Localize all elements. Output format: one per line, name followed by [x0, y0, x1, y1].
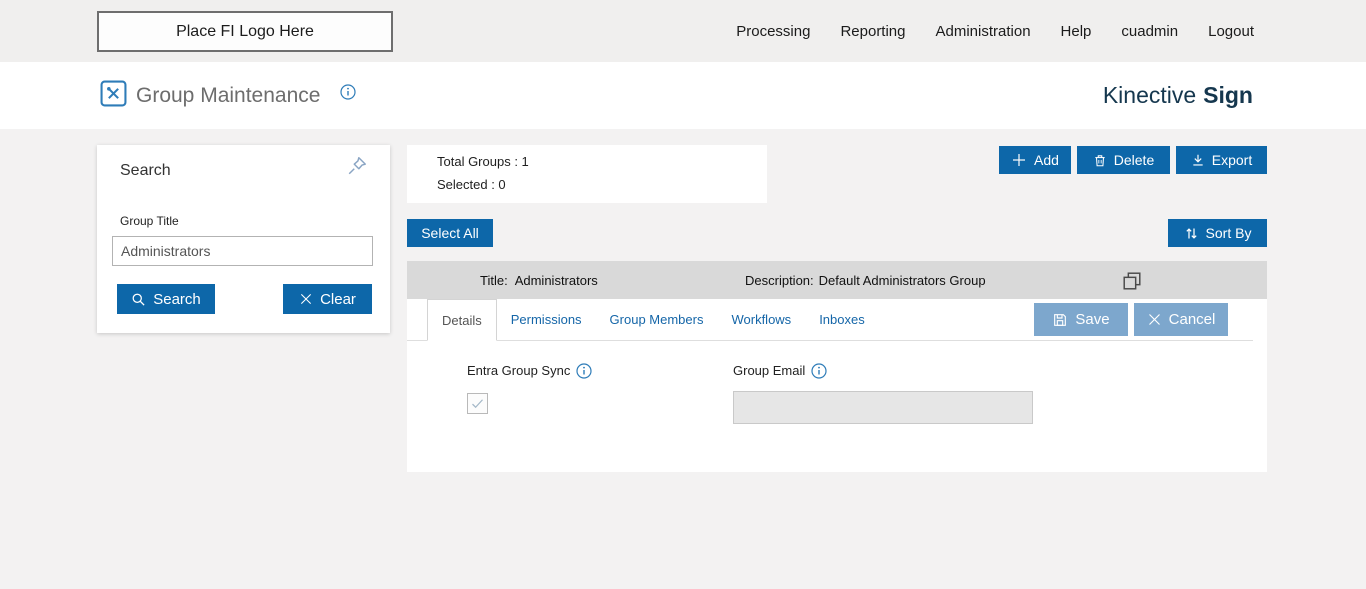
trash-icon: [1095, 154, 1105, 166]
top-nav: Processing Reporting Administration Help…: [736, 0, 1254, 62]
entra-group-sync-info-icon[interactable]: [576, 363, 592, 379]
group-title-field-value: Administrators: [514, 272, 598, 288]
export-button[interactable]: Export: [1176, 146, 1267, 174]
pin-icon[interactable]: [346, 155, 368, 177]
copy-icon[interactable]: [1121, 270, 1143, 292]
group-row-description: Description: Default Administrators Grou…: [745, 261, 986, 299]
save-button[interactable]: Save: [1034, 303, 1128, 336]
save-button-label: Save: [1075, 311, 1110, 328]
nav-item-cuadmin[interactable]: cuadmin: [1121, 23, 1178, 40]
group-row[interactable]: Title: Administrators Description: Defau…: [407, 261, 1267, 299]
group-description-field-value: Default Administrators Group: [818, 272, 986, 288]
entra-group-sync-label: Entra Group Sync: [467, 363, 592, 379]
group-row-title: Title: Administrators: [480, 261, 598, 299]
select-all-button-label: Select All: [421, 225, 479, 241]
fi-logo-text: Place FI Logo Here: [176, 22, 314, 40]
search-button[interactable]: Search: [117, 284, 215, 314]
tab-details[interactable]: Details: [427, 299, 497, 341]
fi-logo-placeholder: Place FI Logo Here: [97, 11, 393, 52]
search-panel-title: Search: [120, 162, 171, 179]
tab-workflows[interactable]: Workflows: [717, 299, 805, 340]
search-button-label: Search: [153, 290, 201, 308]
nav-item-logout[interactable]: Logout: [1208, 23, 1254, 40]
tab-group-members[interactable]: Group Members: [596, 299, 718, 340]
cancel-button-label: Cancel: [1168, 311, 1216, 328]
group-email-info-icon[interactable]: [811, 363, 827, 379]
add-button-label: Add: [1034, 152, 1059, 168]
close-icon: [301, 293, 312, 305]
nav-item-help[interactable]: Help: [1061, 23, 1092, 40]
add-button[interactable]: Add: [999, 146, 1071, 174]
sort-by-button-label: Sort By: [1205, 225, 1252, 241]
group-email-label: Group Email: [733, 363, 827, 379]
maintenance-tools-icon: [100, 80, 127, 107]
brand-first: Kinective: [1102, 82, 1197, 108]
total-groups-count: Total Groups : 1: [437, 154, 529, 169]
sort-arrows-icon: [1185, 227, 1197, 239]
group-description-field-label: Description:: [745, 272, 814, 288]
search-icon: [132, 293, 145, 306]
delete-button-label: Delete: [1113, 152, 1155, 168]
close-icon: [1148, 314, 1160, 325]
page-header: Group Maintenance Kinective Sign: [0, 62, 1366, 129]
tab-inboxes[interactable]: Inboxes: [805, 299, 879, 340]
clear-button-label: Clear: [320, 290, 356, 308]
nav-item-reporting[interactable]: Reporting: [840, 23, 905, 40]
delete-button[interactable]: Delete: [1077, 146, 1170, 174]
sort-by-button[interactable]: Sort By: [1168, 219, 1267, 247]
top-bar: Place FI Logo Here Processing Reporting …: [0, 0, 1366, 62]
group-maintenance-page: Place FI Logo Here Processing Reporting …: [0, 0, 1366, 589]
select-all-button[interactable]: Select All: [407, 219, 493, 247]
page-title: Group Maintenance: [136, 83, 321, 107]
clear-button[interactable]: Clear: [283, 284, 372, 314]
nav-item-administration[interactable]: Administration: [936, 23, 1031, 40]
summary-box: Total Groups : 1 Selected : 0: [407, 145, 767, 203]
nav-item-processing[interactable]: Processing: [736, 23, 810, 40]
group-title-field-label: Title:: [480, 272, 508, 288]
save-disk-icon: [1054, 313, 1067, 326]
group-detail-panel: Details Permissions Group Members Workfl…: [407, 299, 1267, 472]
group-title-label: Group Title: [120, 214, 179, 228]
tab-permissions[interactable]: Permissions: [497, 299, 596, 340]
cancel-button[interactable]: Cancel: [1134, 303, 1228, 336]
brand-second: Sign: [1203, 82, 1253, 108]
selected-count: Selected : 0: [437, 177, 506, 192]
plus-icon: [1013, 154, 1026, 166]
group-email-input: [733, 391, 1033, 424]
entra-group-sync-checkbox[interactable]: [467, 393, 488, 414]
check-icon: [472, 399, 483, 409]
group-title-input[interactable]: [112, 236, 373, 266]
export-button-label: Export: [1211, 152, 1253, 168]
page-title-info-icon[interactable]: [340, 84, 356, 100]
brand-logo: Kinective Sign: [1103, 62, 1253, 129]
search-panel: Search Group Title Search Clear: [97, 145, 390, 333]
download-icon: [1193, 154, 1203, 166]
